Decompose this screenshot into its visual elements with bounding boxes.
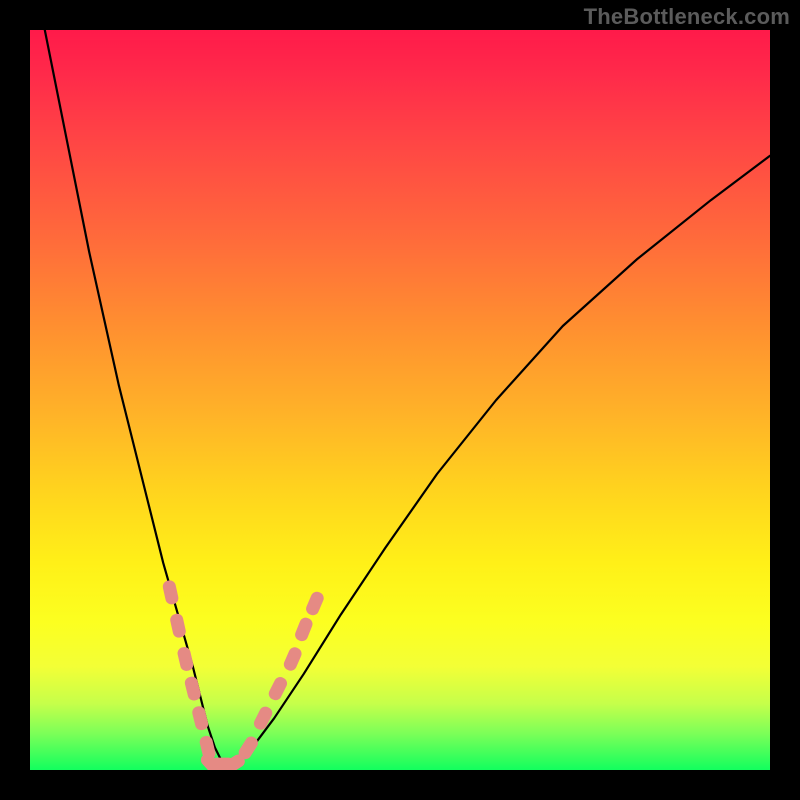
lozenge-marker <box>191 705 209 731</box>
lozenge-marker-group <box>162 579 326 770</box>
chart-overlay <box>30 30 770 770</box>
bottleneck-curve <box>45 30 770 770</box>
plot-area <box>30 30 770 770</box>
lozenge-marker <box>304 590 325 617</box>
lozenge-marker <box>184 675 202 701</box>
chart-stage: TheBottleneck.com <box>0 0 800 800</box>
lozenge-marker <box>176 646 194 672</box>
watermark-text: TheBottleneck.com <box>584 4 790 30</box>
lozenge-marker <box>267 675 289 702</box>
lozenge-marker <box>282 645 304 672</box>
lozenge-marker <box>162 579 180 605</box>
lozenge-marker <box>252 705 274 732</box>
lozenge-marker <box>293 616 314 643</box>
lozenge-marker <box>169 613 187 639</box>
